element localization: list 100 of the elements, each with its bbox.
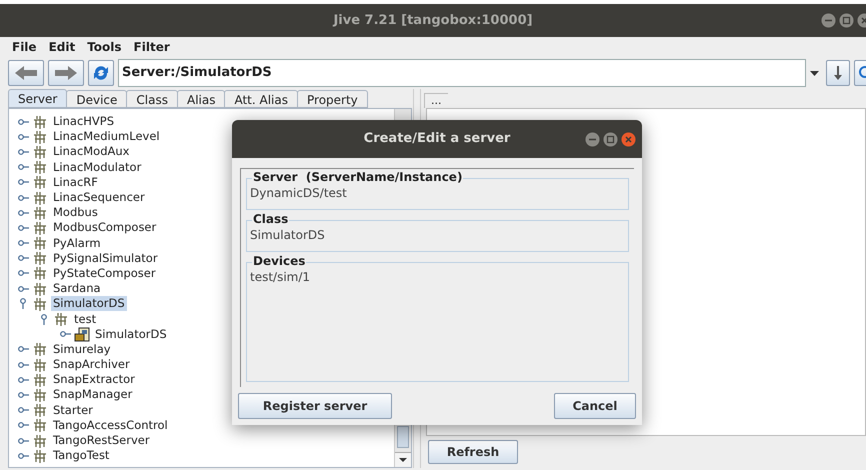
server-tree-icon bbox=[32, 388, 48, 402]
scrollbar-thumb[interactable] bbox=[397, 426, 409, 448]
refresh-button[interactable] bbox=[88, 60, 114, 86]
menu-item[interactable]: File bbox=[12, 38, 37, 56]
minimize-icon[interactable] bbox=[821, 13, 836, 28]
caret-icon[interactable] bbox=[399, 458, 407, 462]
collapse-handle-icon[interactable] bbox=[18, 239, 28, 248]
tree-item[interactable]: LinacModAux bbox=[51, 144, 132, 160]
server-tree-icon bbox=[32, 434, 48, 448]
tree-item[interactable]: SnapArchiver bbox=[51, 357, 132, 372]
server-tree-icon bbox=[32, 114, 48, 129]
collapse-handle-icon[interactable] bbox=[60, 330, 70, 338]
tree-item[interactable]: SimulatorDS bbox=[93, 326, 169, 342]
tree-item[interactable]: ModbusComposer bbox=[51, 220, 158, 236]
field-label: Class bbox=[252, 212, 290, 226]
expand-handle-icon[interactable] bbox=[19, 298, 27, 310]
collapse-handle-icon[interactable] bbox=[18, 284, 28, 293]
maximize-icon[interactable] bbox=[603, 132, 618, 147]
server-tree-icon bbox=[32, 160, 48, 174]
tree-item[interactable]: Simurelay bbox=[51, 342, 113, 357]
expand-handle-icon[interactable] bbox=[40, 314, 48, 325]
maximize-icon[interactable] bbox=[839, 13, 854, 28]
tree-item[interactable]: PyStateComposer bbox=[51, 266, 158, 281]
server-tree-icon bbox=[32, 358, 48, 372]
tree-item[interactable]: PyAlarm bbox=[51, 236, 103, 251]
minimize-icon[interactable] bbox=[585, 132, 600, 147]
server-tree-icon bbox=[32, 236, 48, 250]
caret-icon bbox=[810, 70, 818, 76]
server-tree-icon bbox=[32, 175, 48, 190]
tree-item[interactable]: Modbus bbox=[51, 205, 100, 220]
tree-item[interactable]: Sardana bbox=[51, 281, 103, 296]
devices-list[interactable]: test/sim/1 bbox=[247, 269, 628, 285]
collapse-handle-icon[interactable] bbox=[18, 360, 28, 369]
refresh-icon bbox=[92, 64, 110, 82]
tree-item[interactable]: TangoTest bbox=[51, 448, 112, 464]
refresh-button[interactable]: Refresh bbox=[428, 440, 518, 464]
server-tree-icon bbox=[32, 144, 48, 159]
collapse-handle-icon[interactable] bbox=[18, 269, 28, 278]
server-tree-icon bbox=[32, 418, 48, 432]
collapse-handle-icon[interactable] bbox=[18, 390, 28, 399]
tree-item[interactable]: TangoAccessControl bbox=[51, 418, 170, 433]
collapse-handle-icon[interactable] bbox=[18, 163, 28, 172]
menu-item[interactable]: Filter bbox=[134, 38, 170, 56]
tree-item[interactable]: test bbox=[72, 312, 98, 327]
tree-item[interactable]: PySignalSimulator bbox=[51, 250, 160, 266]
collapse-handle-icon[interactable] bbox=[18, 148, 28, 156]
collapse-handle-icon[interactable] bbox=[18, 208, 28, 217]
menu-item[interactable]: Edit bbox=[48, 38, 76, 56]
collapse-handle-icon[interactable] bbox=[18, 224, 28, 232]
forward-button[interactable] bbox=[48, 60, 84, 86]
server-tree-icon bbox=[53, 312, 69, 326]
server-tree-icon bbox=[32, 403, 48, 418]
tree-item[interactable]: LinacHVPS bbox=[51, 114, 116, 130]
download-button[interactable] bbox=[826, 60, 850, 86]
server-tree-icon bbox=[32, 220, 48, 235]
down-arrow-icon bbox=[833, 66, 843, 80]
collapse-handle-icon[interactable] bbox=[18, 345, 28, 354]
tab[interactable]: Property bbox=[297, 90, 368, 108]
collapse-handle-icon[interactable] bbox=[18, 118, 28, 126]
device-class-icon bbox=[74, 326, 90, 342]
tree-item[interactable]: SnapManager bbox=[51, 387, 134, 402]
back-button[interactable] bbox=[8, 60, 44, 86]
tree-item[interactable]: LinacModulator bbox=[51, 160, 144, 175]
collapse-handle-icon[interactable] bbox=[18, 436, 28, 445]
tab[interactable]: Device bbox=[66, 90, 128, 108]
cancel-button[interactable]: Cancel bbox=[554, 393, 636, 419]
server-tree-icon bbox=[32, 251, 48, 266]
field-label: Devices bbox=[252, 254, 306, 268]
tree-item[interactable]: LinacSequencer bbox=[51, 190, 147, 206]
field-label: Server (ServerName/Instance) bbox=[252, 170, 464, 184]
collapse-handle-icon[interactable] bbox=[18, 254, 28, 262]
tree-item[interactable]: LinacMediumLevel bbox=[51, 129, 162, 144]
menu-item[interactable]: Tools bbox=[87, 38, 122, 56]
collapse-handle-icon[interactable] bbox=[18, 178, 28, 186]
tree-item[interactable]: Starter bbox=[51, 402, 95, 418]
tree-item[interactable]: SnapExtractor bbox=[51, 372, 137, 388]
tab[interactable]: Server bbox=[8, 89, 68, 108]
server-tree-icon bbox=[32, 130, 48, 144]
right-arrow-icon bbox=[54, 65, 78, 81]
tab[interactable]: Class bbox=[126, 90, 178, 108]
tree-item[interactable]: TangoRestServer bbox=[51, 433, 152, 448]
address-field[interactable]: Server:/SimulatorDS bbox=[118, 59, 806, 87]
server-tree-icon bbox=[32, 266, 48, 280]
collapse-handle-icon[interactable] bbox=[18, 421, 28, 430]
server-tree-icon bbox=[32, 296, 48, 311]
tab[interactable]: Alias bbox=[176, 90, 226, 108]
register-button[interactable]: Register server bbox=[238, 393, 392, 419]
collapse-handle-icon[interactable] bbox=[18, 406, 28, 414]
tree-item[interactable]: SimulatorDS bbox=[51, 296, 127, 312]
tab[interactable]: Att. Alias bbox=[224, 90, 298, 108]
collapse-handle-icon[interactable] bbox=[18, 452, 28, 460]
tree-item[interactable]: LinacRF bbox=[51, 174, 100, 190]
server-tree-icon bbox=[32, 190, 48, 205]
close-icon[interactable] bbox=[621, 132, 636, 147]
window-title: Jive 7.21 [tangobox:10000] bbox=[333, 12, 533, 30]
collapse-handle-icon[interactable] bbox=[18, 376, 28, 384]
left-arrow-icon bbox=[14, 65, 38, 81]
collapse-handle-icon[interactable] bbox=[18, 194, 28, 202]
server-tree-icon bbox=[32, 372, 48, 387]
collapse-handle-icon[interactable] bbox=[18, 132, 28, 141]
